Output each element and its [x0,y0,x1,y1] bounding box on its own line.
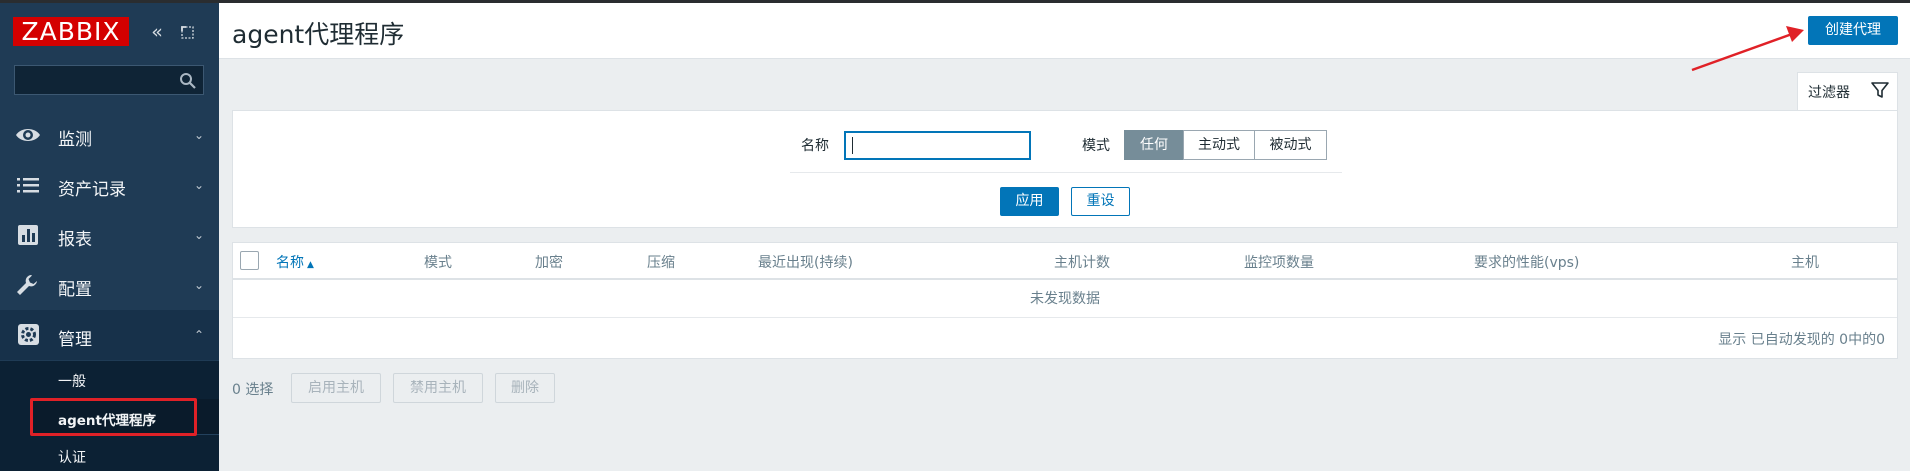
table-header: 名称 ▲ 模式 加密 压缩 最近出现(持续) 主机计数 监控项数量 要求的性能(v… [233,243,1897,280]
wrench-icon [15,273,41,297]
filter-tab[interactable]: 过滤器 [1797,72,1898,110]
search-icon[interactable] [179,72,197,90]
mass-action-bar: 0 选择 启用主机 禁用主机 删除 [232,373,832,403]
sidebar-search-input[interactable] [15,66,175,94]
submenu-item-label: 认证 [58,450,86,466]
name-filter-input[interactable] [844,131,1031,160]
main-menu: 监测 ⌄ 资产记录 ⌄ 报表 ⌄ 配置 ⌄ 管理 ⌃ [0,110,219,360]
column-header-name[interactable]: 名称 ▲ [276,252,314,272]
selected-count: 0 选择 [232,382,274,398]
text-cursor [852,137,853,154]
menu-item-label: 监测 [58,130,92,150]
delete-button[interactable]: 删除 [495,373,555,403]
page-header: agent代理程序 [219,3,1910,59]
filter-panel: 名称 模式 任何 主动式 被动式 应用 重设 [232,110,1898,228]
enable-hosts-button[interactable]: 启用主机 [291,373,381,403]
column-header-compression: 压缩 [647,255,675,271]
mode-option-active[interactable]: 主动式 [1183,130,1255,160]
filter-funnel-icon [1870,80,1890,100]
mode-filter-label: 模式 [1082,138,1110,154]
sidebar-top-line [0,0,219,3]
name-filter-label: 名称 [801,138,829,154]
filter-tab-label: 过滤器 [1808,85,1850,101]
sidebar-search [14,65,204,95]
double-chevron-left-icon[interactable]: « [146,20,168,44]
submenu-rail [0,361,30,471]
chevron-up-icon: ⌃ [193,328,204,342]
menu-item-inventory[interactable]: 资产记录 ⌄ [0,160,219,210]
menu-item-configuration[interactable]: 配置 ⌄ [0,260,219,310]
chevron-down-icon: ⌄ [193,178,204,192]
menu-item-monitoring[interactable]: 监测 ⌄ [0,110,219,160]
zabbix-logo[interactable]: ZABBIX [13,17,129,46]
apply-button[interactable]: 应用 [1000,187,1059,216]
table-stats: 显示 已自动发现的 0中的0 [1718,332,1885,348]
chevron-down-icon: ⌄ [193,128,204,142]
disable-hosts-button[interactable]: 禁用主机 [393,373,483,403]
proxy-table: 名称 ▲ 模式 加密 压缩 最近出现(持续) 主机计数 监控项数量 要求的性能(v… [232,242,1898,359]
filter-divider [790,172,1342,173]
empty-table-message: 未发现数据 [233,280,1897,318]
submenu-item-general[interactable]: 一般 [32,361,219,397]
column-header-required-performance: 要求的性能(vps) [1474,255,1580,271]
column-header-host-count: 主机计数 [1054,255,1110,271]
mode-option-passive[interactable]: 被动式 [1254,130,1327,160]
annotation-highlight-box [30,398,197,436]
column-header-encryption: 加密 [535,255,563,271]
column-header-label: 名称 [276,255,304,271]
menu-item-label: 配置 [58,280,92,300]
menu-item-label: 管理 [58,330,92,350]
chevron-down-icon: ⌄ [193,228,204,242]
menu-item-administration[interactable]: 管理 ⌃ [0,310,219,360]
select-all-checkbox[interactable] [240,251,259,270]
create-proxy-button[interactable]: 创建代理 [1808,16,1898,45]
annotation-arrow-icon [1691,26,1804,72]
submenu-item-label: 一般 [58,374,86,390]
column-header-item-count: 监控项数量 [1244,255,1314,271]
reset-button[interactable]: 重设 [1071,187,1130,216]
mode-option-any[interactable]: 任何 [1124,130,1184,160]
menu-item-reports[interactable]: 报表 ⌄ [0,210,219,260]
submenu-item-authentication[interactable]: 认证 [32,437,219,471]
gear-icon [15,323,41,347]
page-title: agent代理程序 [232,20,405,49]
column-header-last-seen[interactable]: 最近出现(持续) [758,252,853,272]
expand-window-icon[interactable] [177,20,199,44]
menu-item-label: 资产记录 [58,180,126,200]
sidebar: ZABBIX « 监测 ⌄ 资产记录 ⌄ 报表 ⌄ 配置 ⌄ 管理 ⌃ 一般 a… [0,0,219,471]
list-icon [15,173,41,197]
bar-chart-icon [15,223,41,247]
column-header-hosts: 主机 [1791,255,1819,271]
chevron-down-icon: ⌄ [193,278,204,292]
menu-item-label: 报表 [58,230,92,250]
column-header-mode: 模式 [424,255,452,271]
eye-icon [15,123,41,147]
sort-ascending-icon: ▲ [307,260,314,270]
